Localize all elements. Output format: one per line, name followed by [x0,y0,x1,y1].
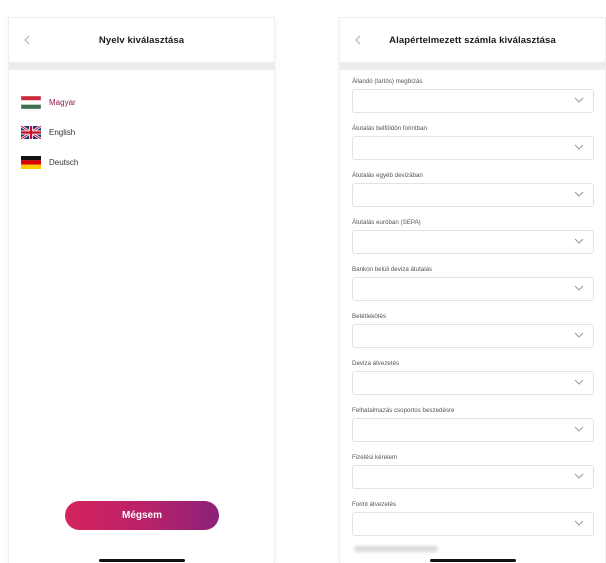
language-item-magyar[interactable]: Magyar [9,87,274,117]
header: Alapértelmezett számla kiválasztása [340,18,605,62]
chevron-down-icon [574,97,584,103]
language-label: Magyar [49,97,76,107]
field-label: Forint átvezetés [352,501,397,508]
account-select[interactable] [352,230,594,254]
chevron-left-icon [24,35,30,45]
field-label: Bankon belüli deviza átutalás [352,266,433,273]
account-select[interactable] [352,277,594,301]
account-field: Bankon belüli deviza átutalás [340,260,605,307]
chevron-down-icon [574,285,584,291]
home-indicator [98,559,185,562]
account-field: Betétlekötés [340,307,605,354]
chevron-down-icon [574,426,584,432]
field-label: Fizetési kérelem [352,454,398,461]
page-title: Nyelv kiválasztása [98,34,185,46]
back-button[interactable] [18,31,36,49]
chevron-down-icon [574,473,584,479]
language-label: Deutsch [49,157,79,167]
account-screen: Alapértelmezett számla kiválasztása Álla… [340,18,605,563]
account-field: Deviza átvezetés [340,354,605,401]
uk-flag-icon [21,125,41,139]
account-select[interactable] [352,136,594,160]
account-field: Átutalás belföldön forintban [340,119,605,166]
chevron-down-icon [574,238,584,244]
header: Nyelv kiválasztása [9,18,274,62]
account-field: Felhatalmazás csoportos beszedésre [340,401,605,448]
chevron-down-icon [574,332,584,338]
language-item-english[interactable]: English [9,117,274,147]
account-field: Forint átvezetés [340,495,605,542]
field-label: Betétlekötés [352,313,387,320]
chevron-down-icon [574,379,584,385]
account-field: Átutalás euróban (SEPA) [340,213,605,260]
chevron-down-icon [574,520,584,526]
de-flag-icon [21,155,41,169]
account-select[interactable] [352,418,594,442]
header-divider [9,62,274,70]
blurred-field-label [354,546,438,552]
language-list: Magyar English Deutsch [9,70,274,177]
cancel-button[interactable]: Mégsem [65,501,219,530]
account-select[interactable] [352,324,594,348]
header-divider [340,62,605,70]
field-label: Átutalás egyéb devizában [352,172,423,179]
account-field: Átutalás egyéb devizában [340,166,605,213]
hu-flag-icon [21,95,41,109]
field-label: Felhatalmazás csoportos beszedésre [352,407,455,414]
account-select[interactable] [352,512,594,536]
account-field: Állandó (tartós) megbízás [340,72,605,119]
chevron-left-icon [355,35,361,45]
account-field: Fizetési kérelem [340,448,605,495]
chevron-down-icon [574,144,584,150]
language-item-deutsch[interactable]: Deutsch [9,147,274,177]
account-select[interactable] [352,371,594,395]
field-label: Átutalás belföldön forintban [352,125,427,132]
field-label: Állandó (tartós) megbízás [352,78,423,85]
back-button[interactable] [349,31,367,49]
home-indicator [429,559,516,562]
field-label: Deviza átvezetés [352,360,400,367]
page-title: Alapértelmezett számla kiválasztása [389,34,556,46]
language-screen: Nyelv kiválasztása Magyar English Deutsc… [9,18,274,563]
account-select-list: Állandó (tartós) megbízás Átutalás belfö… [340,70,605,542]
account-select[interactable] [352,89,594,113]
field-label: Átutalás euróban (SEPA) [352,219,421,226]
language-label: English [49,127,76,137]
account-select[interactable] [352,183,594,207]
account-select[interactable] [352,465,594,489]
chevron-down-icon [574,191,584,197]
